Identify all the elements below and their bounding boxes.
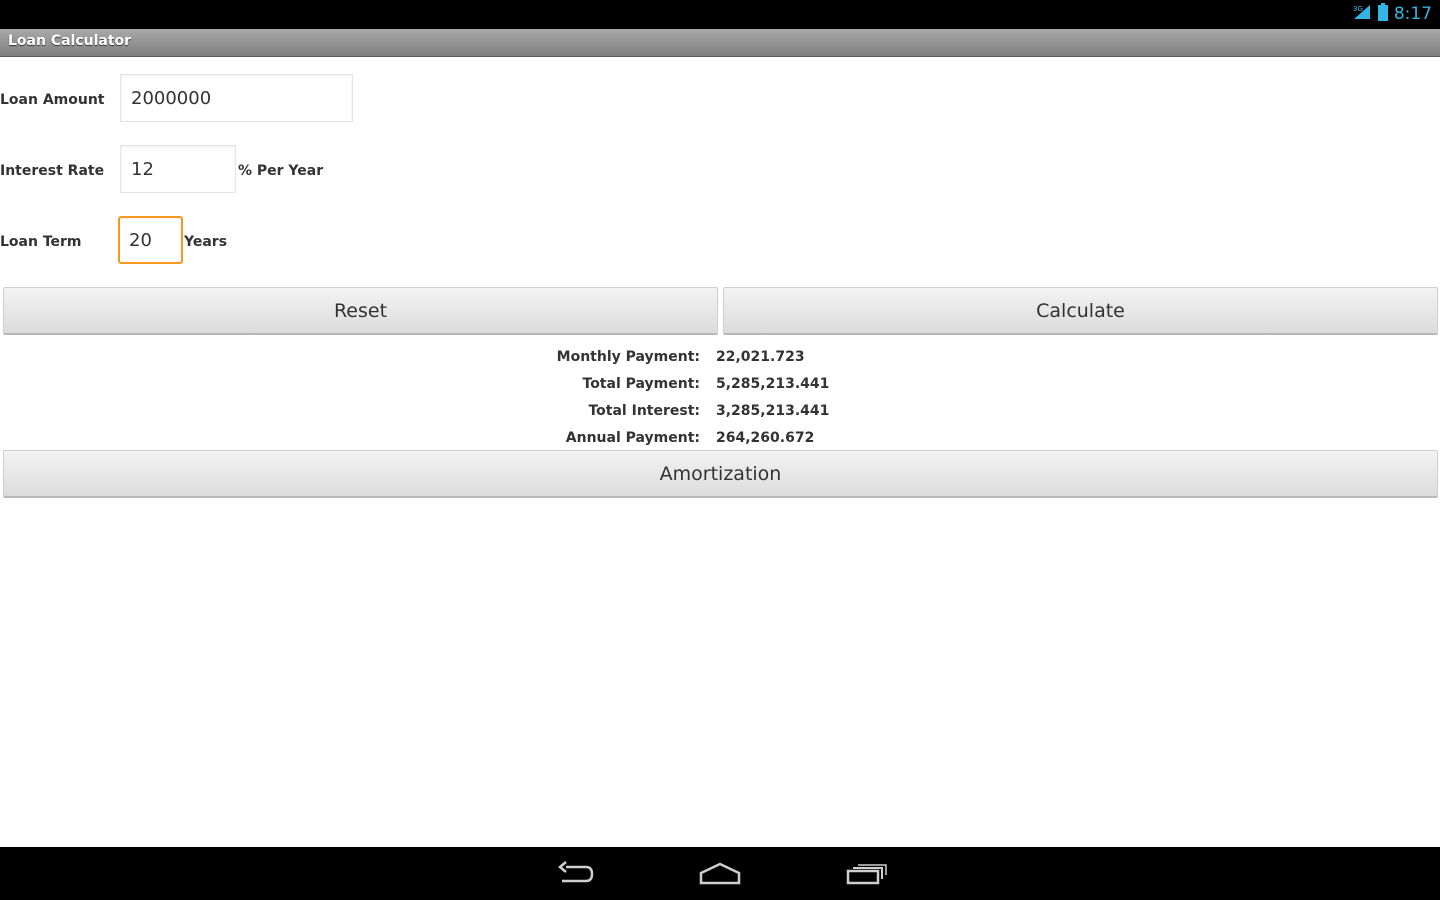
monthly-payment-label: Monthly Payment: xyxy=(556,349,700,365)
battery-icon xyxy=(1377,3,1388,25)
back-icon[interactable] xyxy=(552,859,600,889)
amortization-button[interactable]: Amortization xyxy=(3,450,1438,498)
app-title-bar: Loan Calculator xyxy=(0,29,1440,57)
loan-amount-input[interactable]: 2000000 xyxy=(120,74,353,122)
reset-button[interactable]: Reset xyxy=(3,287,718,335)
status-icons: 3G 8:17 xyxy=(1352,3,1432,25)
loan-term-label: Loan Term xyxy=(0,234,82,250)
total-interest-value: 3,285,213.441 xyxy=(716,403,830,419)
recent-apps-icon[interactable] xyxy=(842,859,890,889)
status-clock: 8:17 xyxy=(1393,4,1432,24)
interest-rate-input[interactable]: 12 xyxy=(120,145,236,193)
total-interest-label: Total Interest: xyxy=(588,403,700,419)
loan-term-unit: Years xyxy=(184,234,228,250)
navigation-bar xyxy=(0,847,1440,900)
loan-amount-label: Loan Amount xyxy=(0,92,105,108)
monthly-payment-value: 22,021.723 xyxy=(716,349,805,365)
annual-payment-value: 264,260.672 xyxy=(716,430,815,446)
interest-rate-value: 12 xyxy=(131,158,154,180)
svg-text:3G: 3G xyxy=(1353,5,1363,13)
loan-term-value: 20 xyxy=(129,229,152,251)
interest-rate-label: Interest Rate xyxy=(0,163,105,179)
total-payment-value: 5,285,213.441 xyxy=(716,376,830,392)
loan-term-input[interactable]: 20 xyxy=(118,216,183,264)
app-title: Loan Calculator xyxy=(8,33,132,49)
home-icon[interactable] xyxy=(696,859,744,889)
signal-icon: 3G xyxy=(1352,3,1372,25)
calculate-button[interactable]: Calculate xyxy=(723,287,1438,335)
interest-rate-unit: % Per Year xyxy=(238,163,324,179)
annual-payment-label: Annual Payment: xyxy=(565,430,700,446)
total-payment-label: Total Payment: xyxy=(582,376,701,392)
status-bar: 3G 8:17 xyxy=(0,0,1440,29)
loan-amount-value: 2000000 xyxy=(131,87,212,109)
